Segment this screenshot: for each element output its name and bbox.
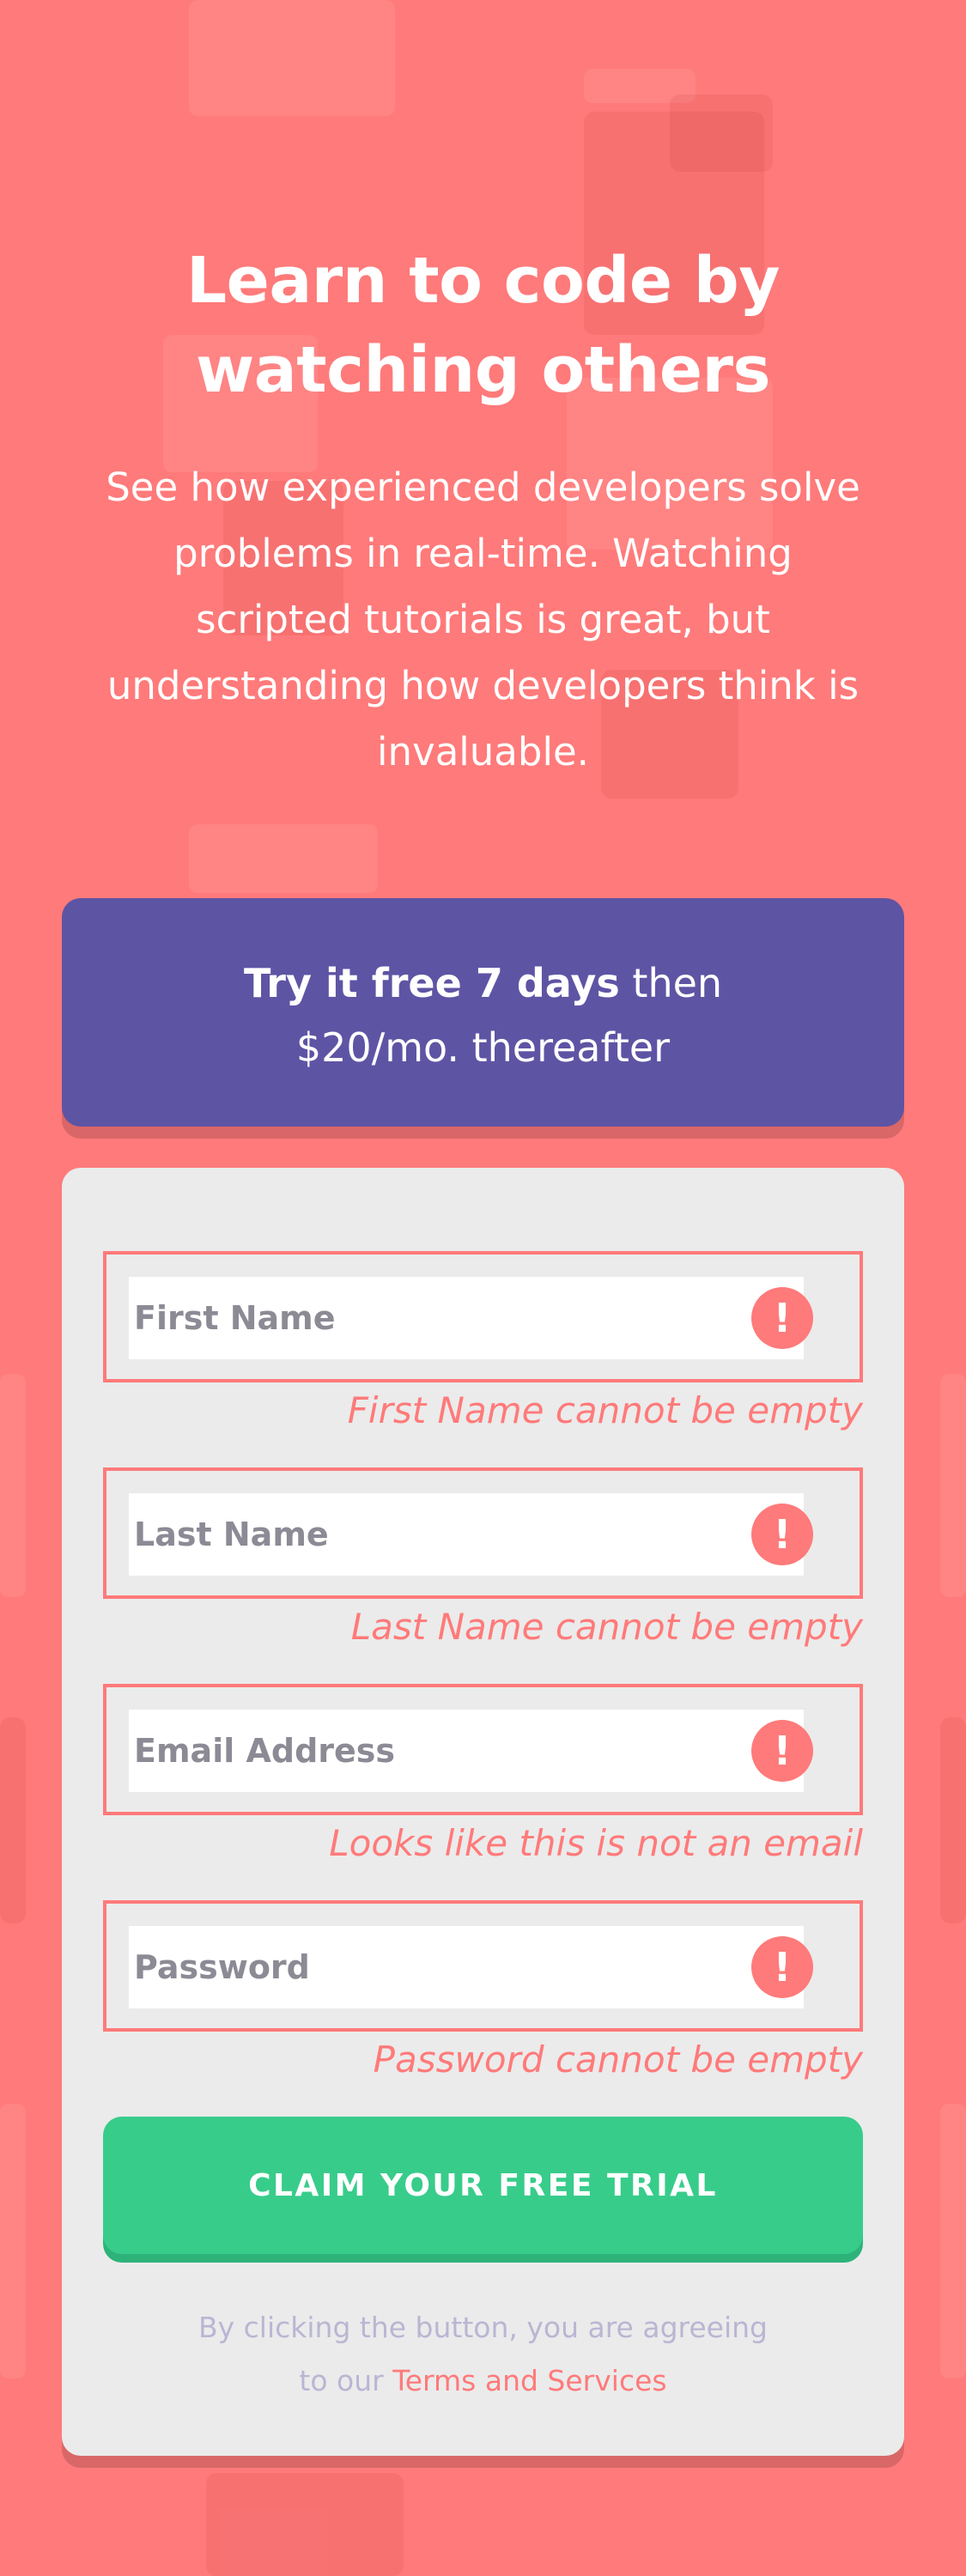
promo-text: then (619, 960, 723, 1006)
first-name-input[interactable] (129, 1277, 804, 1359)
hero-description-line1: See how experienced developers solve (106, 465, 860, 510)
signup-form: ! First Name cannot be empty ! Last Name… (62, 1168, 904, 2456)
hero-description-line4: understanding how developers think is (106, 663, 860, 708)
page-title-line2: watching others (195, 333, 771, 407)
hero-description-line5: invaluable. (377, 729, 589, 775)
email-input[interactable] (129, 1710, 804, 1792)
error-icon: ! (751, 1936, 813, 1998)
error-icon: ! (751, 1287, 813, 1349)
promo-banner: Try it free 7 days then $20/mo. thereaft… (62, 898, 904, 1127)
last-name-input[interactable] (129, 1493, 804, 1576)
password-input[interactable] (129, 1926, 804, 2008)
claim-free-trial-button[interactable]: CLAIM YOUR FREE TRIAL (103, 2117, 863, 2254)
email-error: Looks like this is not an email (329, 1822, 863, 1864)
page-title-line1: Learn to code by (185, 244, 781, 318)
last-name-error: Last Name cannot be empty (350, 1606, 863, 1648)
password-field-wrapper: ! (103, 1900, 863, 2032)
terms-link[interactable]: Terms and Services (392, 2364, 666, 2397)
promo-bold-text: Try it free 7 days (243, 960, 620, 1006)
first-name-error: First Name cannot be empty (347, 1389, 863, 1431)
error-icon: ! (751, 1720, 813, 1782)
terms-notice: By clicking the button, you are agreeing… (62, 2301, 904, 2408)
last-name-field-wrapper: ! (103, 1467, 863, 1599)
terms-text-prefix: to our (299, 2364, 393, 2397)
email-field-wrapper: ! (103, 1684, 863, 1815)
first-name-field-wrapper: ! (103, 1251, 863, 1382)
hero-description-line2: problems in real-time. Watching (173, 531, 793, 576)
error-icon: ! (751, 1504, 813, 1565)
hero-description-line3: scripted tutorials is great, but (196, 597, 770, 642)
hero-description: See how experienced developers solve pro… (71, 454, 896, 785)
hero-section: Learn to code by watching others See how… (0, 236, 966, 785)
promo-price-text: $20/mo. thereafter (295, 1024, 671, 1071)
page-title: Learn to code by watching others (97, 236, 870, 415)
password-error: Password cannot be empty (373, 2038, 863, 2081)
terms-text-line1: By clicking the button, you are agreeing (197, 2311, 768, 2344)
